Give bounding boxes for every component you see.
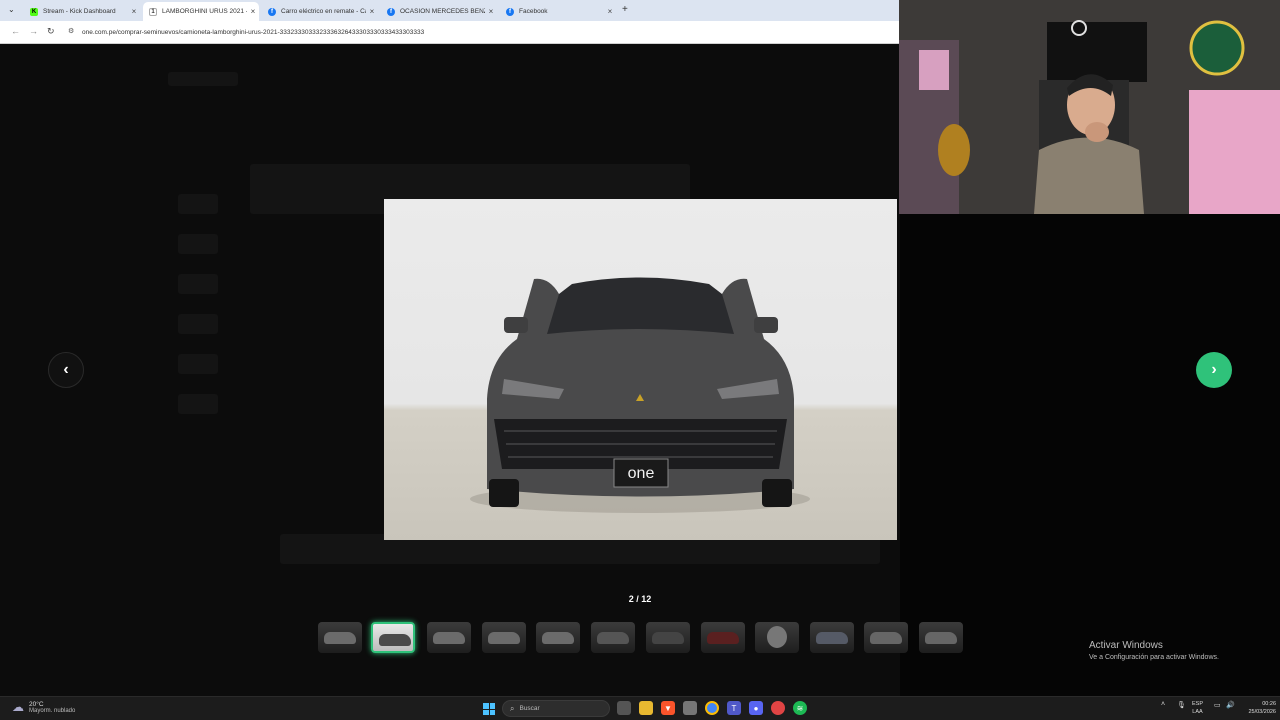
clock-time: 00:26 bbox=[1262, 701, 1276, 707]
app-icon[interactable] bbox=[771, 701, 785, 715]
site-info-icon[interactable]: ⚙ bbox=[68, 27, 74, 35]
streamer-camera bbox=[899, 0, 1280, 214]
tab-bar: ⌄ K Stream - Kick Dashboard × 1 LAMBORGH… bbox=[0, 0, 900, 21]
thumbnail-10[interactable] bbox=[810, 622, 854, 653]
clock-date: 25/03/2026 bbox=[1248, 709, 1276, 715]
calendar-icon[interactable] bbox=[683, 701, 697, 715]
brave-icon[interactable]: ▼ bbox=[661, 701, 675, 715]
volume-icon[interactable]: 🔊 bbox=[1226, 701, 1235, 709]
thumbnail-strip bbox=[318, 622, 968, 654]
weather-widget[interactable]: ☁ 20°C Mayorm. nublado bbox=[12, 700, 75, 714]
tab-search-icon[interactable]: ⌄ bbox=[8, 5, 15, 14]
search-icon: ⌕ bbox=[510, 703, 515, 713]
close-tab-icon[interactable]: × bbox=[128, 7, 140, 16]
image-counter: 2 / 12 bbox=[628, 594, 652, 604]
thumbnail-9[interactable] bbox=[755, 622, 799, 653]
taskbar-search[interactable]: ⌕ Buscar bbox=[502, 700, 610, 717]
tab-title: OCASIÓN MERCEDES BENZ GL bbox=[400, 8, 485, 15]
facebook-icon: f bbox=[387, 7, 395, 16]
cloud-icon: ☁ bbox=[12, 700, 24, 714]
browser-window: ⌄ K Stream - Kick Dashboard × 1 LAMBORGH… bbox=[0, 0, 900, 44]
taskbar-clock[interactable]: 00:26 25/03/2026 bbox=[1240, 700, 1276, 716]
lang-layout: LAA bbox=[1192, 709, 1203, 715]
taskbar: ☁ 20°C Mayorm. nublado ⌕ Buscar ▼ T ● ≋ … bbox=[0, 696, 1280, 720]
thumbnail-8[interactable] bbox=[701, 622, 745, 653]
kick-icon: K bbox=[30, 7, 38, 16]
url-text: one.com.pe/comprar-seminuevos/camioneta-… bbox=[82, 28, 425, 36]
gallery-main-image: one bbox=[384, 199, 897, 540]
discord-icon[interactable]: ● bbox=[749, 701, 763, 715]
close-tab-icon[interactable]: × bbox=[485, 7, 497, 16]
chrome-icon[interactable] bbox=[705, 701, 719, 715]
browser-toolbar: ← → ↻ ⚙ one.com.pe/comprar-seminuevos/ca… bbox=[0, 21, 900, 44]
activate-windows-watermark: Activar Windows Ve a Configuración para … bbox=[1089, 640, 1219, 661]
tab-title: LAMBORGHINI URUS 2021 - O bbox=[162, 8, 247, 15]
thumbnail-4[interactable] bbox=[482, 622, 526, 653]
thumbnail-3[interactable] bbox=[427, 622, 471, 653]
thumbnail-6[interactable] bbox=[591, 622, 635, 653]
tab-title: Carro eléctrico en remate - Car bbox=[281, 8, 366, 15]
reload-icon[interactable]: ↻ bbox=[47, 26, 55, 37]
tab-lamborghini-urus[interactable]: 1 LAMBORGHINI URUS 2021 - O × bbox=[143, 2, 259, 21]
windows-start-icon[interactable] bbox=[483, 703, 495, 715]
thumbnail-2[interactable] bbox=[371, 622, 415, 653]
plate-logo: one bbox=[628, 465, 655, 482]
facebook-icon: f bbox=[506, 7, 514, 16]
watermark-subtitle: Ve a Configuración para activar Windows. bbox=[1089, 654, 1219, 661]
webcam-overlay bbox=[899, 0, 1280, 214]
new-tab-button[interactable]: + bbox=[622, 4, 628, 15]
chevron-right-icon: › bbox=[1211, 361, 1217, 378]
spotify-icon[interactable]: ≋ bbox=[793, 701, 807, 715]
file-explorer-icon[interactable] bbox=[639, 701, 653, 715]
close-tab-icon[interactable]: × bbox=[366, 7, 378, 16]
desktop: ⌄ K Stream - Kick Dashboard × 1 LAMBORGH… bbox=[0, 0, 1280, 720]
tab-title: Stream - Kick Dashboard bbox=[43, 8, 116, 15]
chevron-left-icon: ‹ bbox=[63, 361, 69, 378]
thumbnail-11[interactable] bbox=[864, 622, 908, 653]
tab-mercedes-benz[interactable]: f OCASIÓN MERCEDES BENZ GL × bbox=[381, 2, 497, 21]
microphone-icon[interactable]: 🎙 bbox=[1177, 701, 1186, 709]
one-icon: 1 bbox=[149, 7, 157, 16]
lang-code: ESP bbox=[1192, 701, 1204, 707]
teams-icon[interactable]: T bbox=[727, 701, 741, 715]
network-icon[interactable]: ▭ bbox=[1214, 701, 1221, 709]
tab-title: Facebook bbox=[519, 8, 548, 15]
weather-temp: 20°C bbox=[29, 700, 44, 708]
tab-kick-dashboard[interactable]: K Stream - Kick Dashboard × bbox=[24, 2, 140, 21]
address-bar[interactable]: ⚙ one.com.pe/comprar-seminuevos/camionet… bbox=[64, 24, 894, 40]
close-tab-icon[interactable]: × bbox=[247, 7, 259, 16]
back-icon[interactable]: ← bbox=[11, 26, 20, 36]
next-image-button[interactable]: › bbox=[1196, 352, 1232, 388]
thumbnail-1[interactable] bbox=[318, 622, 362, 653]
previous-image-button[interactable]: ‹ bbox=[48, 352, 84, 388]
search-placeholder: Buscar bbox=[519, 705, 540, 712]
close-tab-icon[interactable]: × bbox=[604, 7, 616, 16]
thumbnail-12[interactable] bbox=[919, 622, 963, 653]
tab-carro-electrico[interactable]: f Carro eléctrico en remate - Car × bbox=[262, 2, 378, 21]
language-indicator[interactable]: ESP LAA bbox=[1192, 700, 1203, 716]
task-view-icon[interactable] bbox=[617, 701, 631, 715]
thumbnail-5[interactable] bbox=[536, 622, 580, 653]
weather-desc: Mayorm. nublado bbox=[29, 707, 76, 714]
tab-facebook[interactable]: f Facebook × bbox=[500, 2, 616, 21]
thumbnail-7[interactable] bbox=[646, 622, 690, 653]
facebook-icon: f bbox=[268, 7, 276, 16]
watermark-title: Activar Windows bbox=[1089, 640, 1163, 651]
car-photo: one bbox=[470, 277, 810, 513]
forward-icon[interactable]: → bbox=[29, 26, 38, 36]
chevron-up-icon[interactable]: ˄ bbox=[1161, 701, 1165, 708]
